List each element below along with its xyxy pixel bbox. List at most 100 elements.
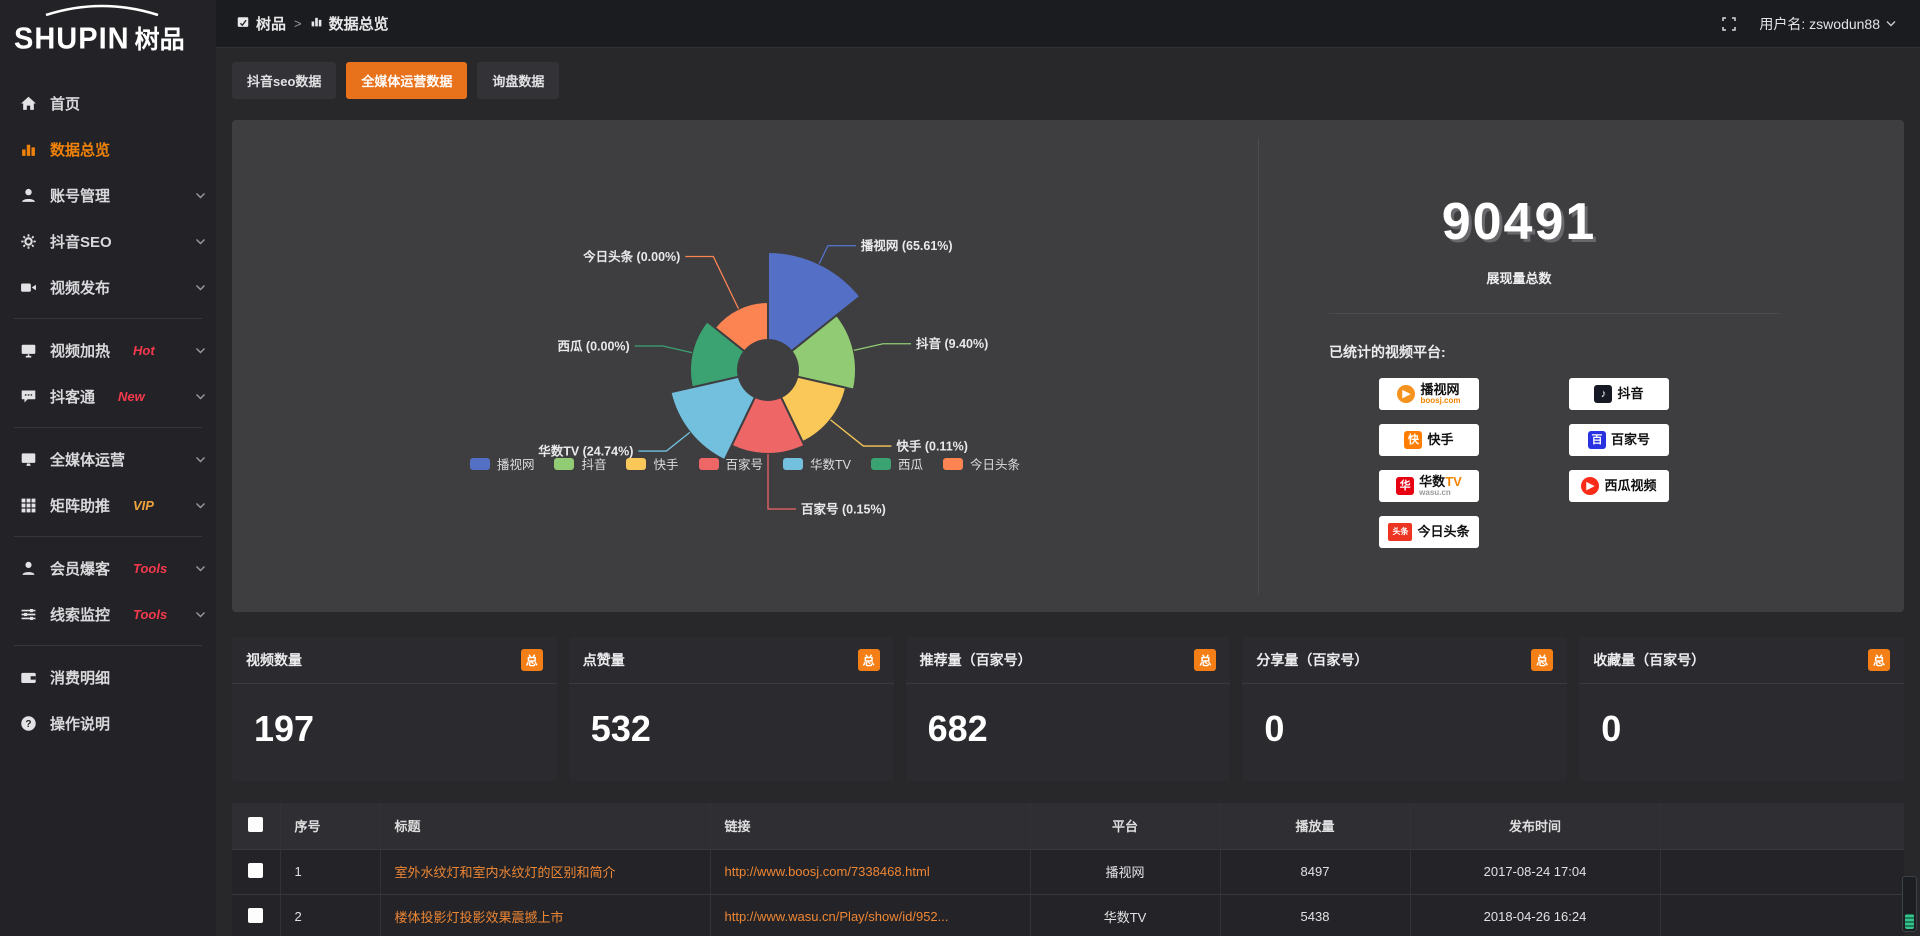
tab-询盘数据[interactable]: 询盘数据 — [477, 62, 559, 99]
sidebar-item-线索监控[interactable]: 线索监控Tools — [0, 591, 216, 637]
cell-time: 2018-04-26 16:24 — [1410, 894, 1660, 936]
breadcrumb-label: 数据总览 — [329, 13, 389, 34]
legend-item-今日头条[interactable]: 今日头条 — [943, 454, 1020, 473]
chevron-down-icon — [195, 456, 206, 463]
legend-label: 西瓜 — [898, 454, 923, 473]
summary-divider — [1329, 313, 1779, 314]
cell-link[interactable]: http://www.boosj.com/7338468.html — [710, 849, 1030, 894]
select-all-checkbox[interactable] — [248, 817, 263, 832]
sidebar-nav: 首页数据总览账号管理抖音SEO 视频发布视频加热Hot抖客通New 全媒体运营矩阵助… — [0, 80, 216, 746]
chat-bubble-icon — [20, 388, 37, 405]
total-badge: 总 — [1868, 649, 1890, 671]
row-checkbox[interactable] — [248, 863, 263, 878]
sidebar-item-首页[interactable]: 首页 — [0, 80, 216, 126]
sidebar-item-label: 矩阵助推 — [50, 495, 110, 516]
monitor-play-icon — [20, 342, 37, 359]
tab-抖音seo数据[interactable]: 抖音seo数据 — [232, 62, 336, 99]
scrollbar-widget[interactable] — [1902, 876, 1917, 932]
legend-marker — [871, 458, 891, 470]
cell-link[interactable]: http://www.wasu.cn/Play/show/id/952... — [710, 894, 1030, 936]
sidebar-item-账号管理[interactable]: 账号管理 — [0, 172, 216, 218]
pie-chart-svg: 播视网 (65.61%)抖音 (9.40%)快手 (0.11%)百家号 (0.1… — [232, 120, 1258, 590]
legend-item-华数TV[interactable]: 华数TV — [783, 454, 851, 473]
fullscreen-icon[interactable] — [1721, 16, 1737, 32]
table-row: 2楼体投影灯投影效果震撼上市http://www.wasu.cn/Play/sh… — [232, 894, 1904, 936]
platform-name: 华数TV — [1419, 475, 1462, 489]
sidebar-divider — [14, 318, 202, 319]
legend-item-快手[interactable]: 快手 — [626, 454, 678, 473]
legend-item-抖音[interactable]: 抖音 — [554, 454, 606, 473]
tab-全媒体运营数据[interactable]: 全媒体运营数据 — [346, 62, 467, 99]
pie-label-百家号: 百家号 (0.15%) — [801, 502, 886, 517]
user-menu[interactable]: 用户名: zswodun88 — [1759, 14, 1896, 34]
sidebar-item-数据总览[interactable]: 数据总览 — [0, 126, 216, 172]
platform-domain: wasu.cn — [1419, 489, 1462, 497]
stat-card-点赞量: 点赞量总532 — [569, 637, 894, 781]
breadcrumb-label: 树品 — [256, 13, 286, 34]
platform-name: 西瓜视频 — [1604, 479, 1656, 493]
legend-item-西瓜[interactable]: 西瓜 — [871, 454, 923, 473]
pie-label-西瓜: 西瓜 (0.00%) — [557, 339, 629, 353]
chevron-down-icon — [195, 284, 206, 291]
platform-badge-西瓜视频: ▶西瓜视频 — [1569, 470, 1669, 502]
sidebar-item-消费明细[interactable]: 消费明细 — [0, 654, 216, 700]
chevron-down-icon — [195, 502, 206, 509]
user-icon — [20, 187, 37, 204]
sidebar-item-视频加热[interactable]: 视频加热Hot — [0, 327, 216, 373]
sidebar-item-操作说明[interactable]: ?操作说明 — [0, 700, 216, 746]
logo-text-cn: 树品 — [135, 20, 185, 56]
legend-item-百家号[interactable]: 百家号 — [699, 454, 764, 473]
grid-icon — [20, 497, 37, 514]
legend-item-播视网[interactable]: 播视网 — [470, 454, 535, 473]
sidebar-item-label: 账号管理 — [50, 185, 110, 206]
cell-platform: 播视网 — [1030, 849, 1220, 894]
row-checkbox[interactable] — [248, 908, 263, 923]
bar-chart-icon — [20, 141, 37, 158]
scrollbar-thumb[interactable] — [1905, 914, 1914, 929]
stat-card-视频数量: 视频数量总197 — [232, 637, 557, 781]
cell-plays: 8497 — [1220, 849, 1410, 894]
home-icon — [20, 95, 37, 112]
breadcrumb: 树品>数据总览 — [236, 13, 389, 34]
sidebar-item-抖音SEO[interactable]: 抖音SEO — [0, 218, 216, 264]
pie-label-line — [685, 256, 738, 308]
legend-label: 抖音 — [581, 454, 606, 473]
table-header-标题: 标题 — [380, 803, 710, 849]
sidebar-item-会员爆客[interactable]: 会员爆客Tools — [0, 545, 216, 591]
legend-label: 今日头条 — [970, 454, 1020, 473]
stat-card-收藏量（百家号）: 收藏量（百家号）总0 — [1579, 637, 1904, 781]
cell-empty — [1660, 849, 1904, 894]
breadcrumb-item-2[interactable]: 数据总览 — [310, 13, 389, 34]
sidebar-item-全媒体运营[interactable]: 全媒体运营 — [0, 436, 216, 482]
help-icon: ? — [20, 715, 37, 732]
sidebar-item-label: 全媒体运营 — [50, 449, 125, 470]
platform-badge-华数TV: 华华数TVwasu.cn — [1379, 470, 1479, 502]
cell-index: 2 — [280, 894, 380, 936]
sidebar-item-label: 抖客通 — [50, 386, 95, 407]
sidebar-item-label: 视频发布 — [50, 277, 110, 298]
logo-arc — [42, 4, 162, 16]
cell-platform: 华数TV — [1030, 894, 1220, 936]
platforms-label: 已统计的视频平台: — [1329, 342, 1904, 362]
stat-card-分享量（百家号）: 分享量（百家号）总0 — [1242, 637, 1567, 781]
video-table: 序号标题链接平台播放量发布时间 1室外水纹灯和室内水纹灯的区别和简介http:/… — [232, 803, 1904, 936]
sidebar-item-label: 首页 — [50, 93, 80, 114]
sidebar: SHUPIN 树品 首页数据总览账号管理抖音SEO视频发布视频加热Hot抖客通N… — [0, 0, 216, 936]
breadcrumb-item-1[interactable]: 树品 — [236, 13, 286, 34]
total-badge: 总 — [521, 649, 543, 671]
platform-name: 快手 — [1427, 433, 1453, 447]
cell-title[interactable]: 室外水纹灯和室内水纹灯的区别和简介 — [380, 849, 710, 894]
sidebar-item-抖客通[interactable]: 抖客通New — [0, 373, 216, 419]
stat-card-value: 197 — [232, 684, 557, 750]
stat-card-value: 0 — [1242, 684, 1567, 750]
sidebar-item-视频发布[interactable]: 视频发布 — [0, 264, 216, 310]
sidebar-item-label: 线索监控 — [50, 604, 110, 625]
svg-text:?: ? — [25, 718, 31, 729]
pie-label-line — [819, 246, 856, 264]
bar-chart-small-icon — [310, 15, 323, 32]
pie-label-line — [635, 346, 692, 353]
sidebar-item-矩阵助推[interactable]: 矩阵助推VIP — [0, 482, 216, 528]
sidebar-divider — [14, 536, 202, 537]
sidebar-divider — [14, 645, 202, 646]
cell-title[interactable]: 楼体投影灯投影效果震撼上市 — [380, 894, 710, 936]
